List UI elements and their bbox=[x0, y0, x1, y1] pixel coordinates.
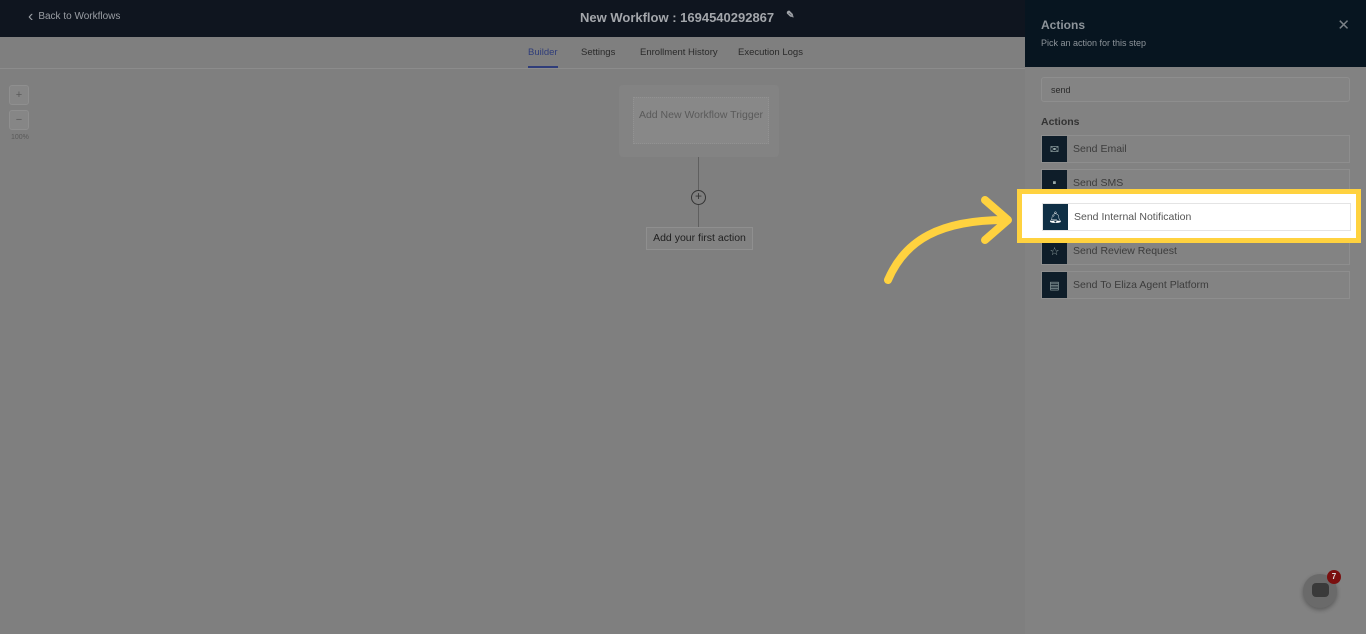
bell-icon: 🔔︎ bbox=[1043, 204, 1068, 230]
tab-builder[interactable]: Builder bbox=[528, 47, 558, 68]
action-send-to-eliza[interactable]: ▤ Send To Eliza Agent Platform bbox=[1041, 271, 1350, 299]
action-search-input[interactable]: send bbox=[1041, 77, 1350, 102]
section-heading: Actions bbox=[1041, 116, 1080, 128]
chevron-left-icon: ‹ bbox=[28, 7, 34, 25]
tab-execution-logs[interactable]: Execution Logs bbox=[738, 47, 803, 58]
panel-header: Actions Pick an action for this step bbox=[1025, 0, 1366, 67]
tab-bar: Builder Settings Enrollment History Exec… bbox=[0, 37, 1025, 69]
add-first-action-button[interactable]: Add your first action bbox=[646, 227, 753, 250]
add-step-button[interactable]: + bbox=[691, 190, 706, 205]
workflow-title: New Workflow : 1694540292867 ✎ bbox=[580, 10, 795, 25]
action-label: Send Review Request bbox=[1073, 245, 1177, 257]
zoom-in-button[interactable]: + bbox=[9, 85, 29, 105]
back-label: Back to Workflows bbox=[38, 11, 121, 22]
chat-bubble-icon bbox=[1312, 583, 1329, 597]
pencil-icon[interactable]: ✎ bbox=[786, 10, 794, 25]
zoom-level: 100% bbox=[11, 134, 29, 141]
action-send-email[interactable]: ✉ Send Email bbox=[1041, 135, 1350, 163]
workflow-title-text: New Workflow : 1694540292867 bbox=[580, 10, 775, 25]
pointer-arrow-icon bbox=[884, 196, 1012, 284]
panel-title: Actions bbox=[1041, 18, 1086, 32]
trigger-node: Add New Workflow Trigger bbox=[619, 85, 779, 157]
close-icon[interactable]: ✕ bbox=[1337, 16, 1350, 34]
panel-subtitle: Pick an action for this step bbox=[1041, 38, 1147, 48]
action-label: Send SMS bbox=[1073, 177, 1124, 189]
zoom-out-button[interactable]: − bbox=[9, 110, 29, 130]
chat-icon: ▤ bbox=[1042, 272, 1067, 298]
tab-enrollment-history[interactable]: Enrollment History bbox=[640, 47, 718, 58]
add-trigger-button[interactable]: Add New Workflow Trigger bbox=[633, 97, 769, 144]
action-label: Send To Eliza Agent Platform bbox=[1073, 279, 1209, 291]
highlight-box: 🔔︎ Send Internal Notification bbox=[1017, 189, 1361, 243]
action-label: Send Internal Notification bbox=[1074, 211, 1192, 223]
action-label: Send Email bbox=[1073, 143, 1127, 155]
action-send-internal-notification[interactable]: 🔔︎ Send Internal Notification bbox=[1042, 203, 1351, 231]
notification-badge: 7 bbox=[1327, 570, 1341, 584]
actions-panel: Actions Pick an action for this step ✕ s… bbox=[1025, 0, 1366, 634]
connector-line bbox=[698, 157, 699, 190]
connector-line bbox=[698, 205, 699, 227]
envelope-open-icon: ✉ bbox=[1042, 136, 1067, 162]
back-to-workflows-link[interactable]: ‹ Back to Workflows bbox=[28, 7, 121, 25]
tab-settings[interactable]: Settings bbox=[581, 47, 615, 58]
